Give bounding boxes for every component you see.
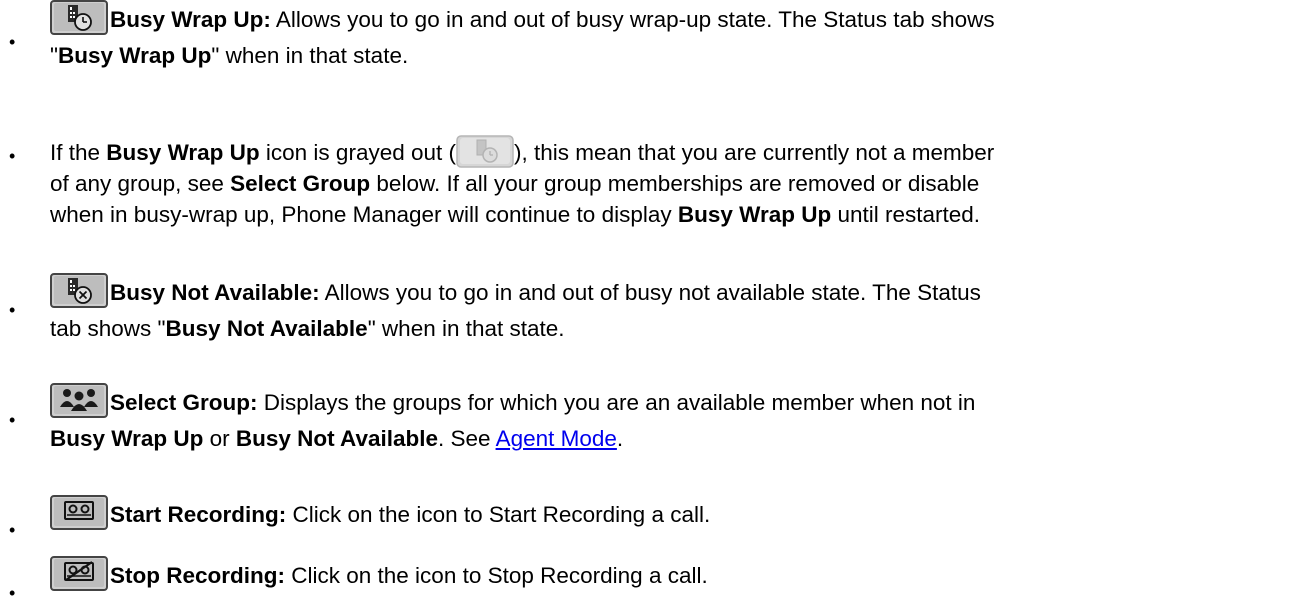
item-content: Busy Not Available: Allows you to go in … xyxy=(50,273,1295,344)
item-content: Select Group: Displays the groups for wh… xyxy=(50,383,1295,454)
busy-wrap-up-grayed-icon xyxy=(456,134,514,168)
item-description: Click on the icon to Start Recording a c… xyxy=(286,502,711,527)
note-text: of any group, see xyxy=(50,171,231,196)
note-text: If the xyxy=(50,140,107,165)
note-text: ), this mean that you are currently not … xyxy=(514,140,995,165)
agent-mode-link[interactable]: Agent Mode xyxy=(496,426,617,451)
select-group-icon[interactable] xyxy=(50,383,109,418)
state-name: Busy Wrap Up xyxy=(677,202,832,227)
stop-recording-icon[interactable] xyxy=(50,556,109,591)
item-title: Busy Not Available: xyxy=(110,280,320,305)
item-description: Click on the icon to Stop Recording a ca… xyxy=(285,563,708,588)
bullet: • xyxy=(9,410,16,430)
item-description-cont: tab shows " xyxy=(50,316,166,341)
item-content: Stop Recording: Click on the icon to Sto… xyxy=(50,556,1295,596)
item-description: Allows you to go in and out of busy not … xyxy=(319,280,981,305)
state-name: Busy Wrap Up xyxy=(50,426,204,451)
item-title: Stop Recording: xyxy=(110,563,285,588)
item-title: Start Recording: xyxy=(110,502,287,527)
note-text: below. If all your group memberships are… xyxy=(370,171,980,196)
item-description-cont: . See xyxy=(438,426,496,451)
period: . xyxy=(616,426,624,451)
item-description-cont: or xyxy=(203,426,236,451)
bullet: • xyxy=(9,583,16,603)
note-text: when in busy-wrap up, Phone Manager will… xyxy=(50,202,678,227)
start-recording-icon[interactable] xyxy=(50,495,109,530)
item-content: If the Busy Wrap Up icon is grayed out (… xyxy=(50,134,1295,230)
quote-mark: " xyxy=(50,43,58,68)
state-name: Busy Wrap Up xyxy=(58,43,212,68)
busy-wrap-up-icon[interactable] xyxy=(50,0,109,35)
note-text: until restarted. xyxy=(831,202,981,227)
item-content: Start Recording: Click on the icon to St… xyxy=(50,495,1295,535)
note-text: icon is grayed out ( xyxy=(259,140,457,165)
state-name: Busy Not Available xyxy=(235,426,439,451)
item-description-cont: " when in that state. xyxy=(211,43,409,68)
item-title: Select Group: xyxy=(110,390,258,415)
state-name: Busy Wrap Up xyxy=(106,140,260,165)
item-title: Busy Wrap Up: xyxy=(110,7,271,32)
state-name: Busy Not Available xyxy=(165,316,368,341)
item-description-cont: " when in that state. xyxy=(367,316,565,341)
item-description: Displays the groups for which you are an… xyxy=(257,390,976,415)
bullet: • xyxy=(9,520,16,540)
bullet: • xyxy=(9,32,16,52)
state-name: Select Group xyxy=(230,171,371,196)
item-description: Allows you to go in and out of busy wrap… xyxy=(270,7,995,32)
item-content: Busy Wrap Up: Allows you to go in and ou… xyxy=(50,0,1295,71)
bullet: • xyxy=(9,300,16,320)
bullet: • xyxy=(9,146,16,166)
busy-not-available-icon[interactable] xyxy=(50,273,109,308)
